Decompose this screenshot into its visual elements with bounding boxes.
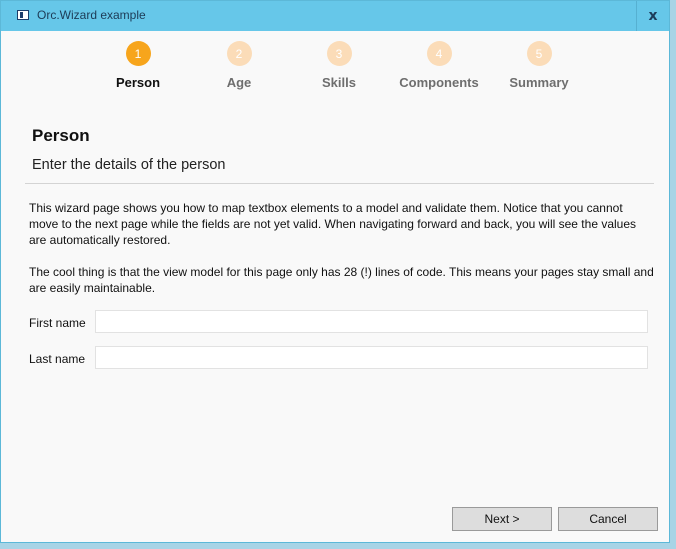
first-name-label: First name xyxy=(29,316,86,330)
first-name-input[interactable] xyxy=(95,310,648,333)
step-number-badge: 5 xyxy=(526,41,552,66)
description-paragraph: The cool thing is that the view model fo… xyxy=(29,265,654,295)
description-paragraph: This wizard page shows you how to map te… xyxy=(29,201,637,247)
step-person[interactable]: 1 Person xyxy=(88,41,188,90)
step-number-badge: 2 xyxy=(226,41,252,66)
page-title: Person xyxy=(32,126,90,145)
wizard-window: Orc.Wizard example x 1 Person 2 Age 3 Sk… xyxy=(0,0,670,543)
step-label: Skills xyxy=(322,75,356,90)
title-bar[interactable]: Orc.Wizard example x xyxy=(1,1,669,31)
app-window-icon xyxy=(17,10,29,20)
step-summary[interactable]: 5 Summary xyxy=(489,41,589,90)
step-label: Components xyxy=(399,75,479,90)
step-skills[interactable]: 3 Skills xyxy=(289,41,389,90)
step-components[interactable]: 4 Components xyxy=(389,41,489,90)
step-number-badge: 3 xyxy=(326,41,352,66)
step-number-badge: 4 xyxy=(426,41,452,66)
wizard-steps: 1 Person 2 Age 3 Skills 4 Components 5 S… xyxy=(1,41,669,101)
step-label: Summary xyxy=(509,75,569,90)
close-button[interactable]: x xyxy=(636,1,669,31)
step-label: Person xyxy=(115,75,161,90)
window-title: Orc.Wizard example xyxy=(37,8,146,22)
step-number-badge: 1 xyxy=(125,41,151,66)
last-name-label: Last name xyxy=(29,352,86,366)
step-label: Age xyxy=(226,75,252,90)
last-name-input[interactable] xyxy=(95,346,648,369)
header-divider xyxy=(25,183,654,184)
cancel-button[interactable]: Cancel xyxy=(558,507,658,531)
next-button[interactable]: Next > xyxy=(452,507,552,531)
page-subtitle: Enter the details of the person xyxy=(32,157,226,173)
step-age[interactable]: 2 Age xyxy=(189,41,289,90)
